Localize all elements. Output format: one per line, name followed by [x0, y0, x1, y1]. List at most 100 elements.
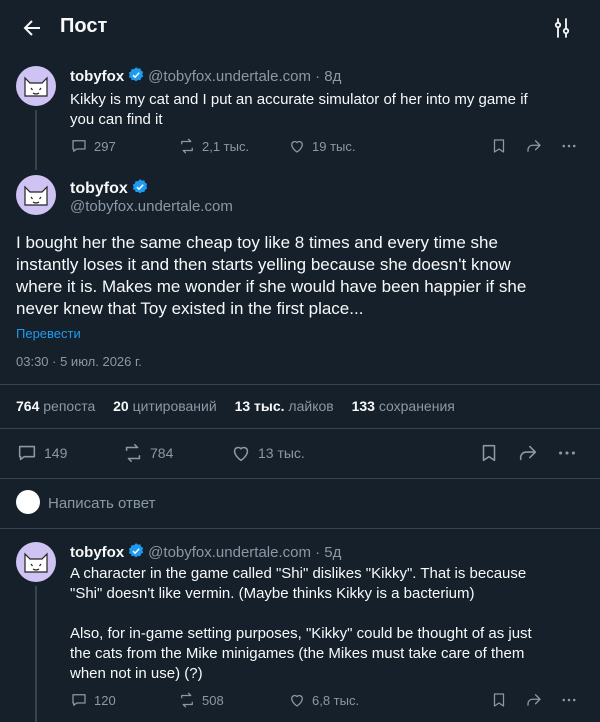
- reply-icon: [18, 445, 36, 461]
- likes-stat[interactable]: 13 тыс. лайков: [235, 398, 334, 414]
- thread-line: [35, 586, 37, 722]
- bookmarks-stat[interactable]: 133 сохранения: [352, 398, 455, 414]
- like-count: 13 тыс.: [258, 445, 305, 461]
- translate-link[interactable]: Перевести: [16, 326, 81, 341]
- tweet-text: A character in the game called "Shi" dis…: [70, 564, 532, 684]
- verified-badge-icon: [132, 179, 147, 194]
- bookmark-button[interactable]: [478, 442, 506, 464]
- repost-icon: [181, 692, 193, 708]
- more-dots-icon: [562, 144, 576, 148]
- repost-button[interactable]: 2,1 тыс.: [178, 137, 249, 155]
- tweet-header: tobyfox @tobyfox.undertale.com · 8д: [70, 66, 341, 86]
- share-button[interactable]: [517, 442, 545, 464]
- engagement-stats: 764 репоста 20 цитирований 13 тыс. лайко…: [16, 398, 469, 414]
- bookmark-button[interactable]: [490, 691, 514, 709]
- heart-icon: [291, 140, 303, 153]
- author-handle-time: @tobyfox.undertale.com · 8д: [148, 68, 342, 85]
- stat-value: 20: [113, 398, 129, 414]
- bookmark-icon: [493, 139, 505, 153]
- avatar[interactable]: [16, 542, 56, 582]
- repost-count: 784: [150, 445, 174, 461]
- tweet-text-line: you can find it: [70, 111, 163, 128]
- more-dots-icon: [559, 451, 575, 455]
- timestamp[interactable]: 03:30 · 5 июл. 2026 г.: [16, 354, 142, 369]
- tweet-text-line: Also, for in-game setting purposes, "Kik…: [70, 625, 532, 642]
- share-icon: [527, 140, 541, 152]
- tweet-text: Kikky is my cat and I put an accurate si…: [70, 90, 528, 130]
- stat-label: репоста: [43, 398, 96, 414]
- avatar[interactable]: [16, 175, 56, 215]
- top-bar: Пост: [0, 0, 600, 54]
- more-dots-icon: [562, 698, 576, 702]
- author-handle-time: @tobyfox.undertale.com · 5д: [148, 544, 342, 561]
- share-button[interactable]: [525, 137, 549, 155]
- tweet-text-line: "Shi" doesn't like vermin. (Maybe thinks…: [70, 585, 475, 602]
- divider: [0, 384, 600, 385]
- divider: [0, 478, 600, 479]
- share-button[interactable]: [525, 691, 549, 709]
- tweet-text-line: Kikky is my cat and I put an accurate si…: [70, 91, 528, 108]
- repost-button[interactable]: 508: [178, 691, 224, 709]
- stat-label: лайков: [288, 398, 334, 414]
- tweet-text-line: instantly loses it and then starts yelli…: [16, 255, 511, 274]
- verified-badge-icon: [129, 543, 144, 558]
- quotes-stat[interactable]: 20 цитирований: [113, 398, 217, 414]
- like-button[interactable]: 6,8 тыс.: [288, 691, 359, 709]
- tweet-header: tobyfox @tobyfox.undertale.com · 5д: [70, 542, 341, 562]
- stat-value: 764: [16, 398, 40, 414]
- tweet-text-line: when not in use) (?): [70, 665, 203, 682]
- divider: [0, 528, 600, 529]
- sliders-icon[interactable]: [550, 16, 574, 40]
- author-row: tobyfox: [70, 178, 152, 198]
- tweet-text-line: the cats from the Mike minigames (the Mi…: [70, 645, 525, 662]
- repost-count: 2,1 тыс.: [202, 138, 250, 154]
- heart-icon: [233, 446, 249, 462]
- avatar[interactable]: [16, 66, 56, 106]
- reply-icon: [72, 694, 86, 706]
- share-icon: [527, 694, 541, 706]
- divider: [0, 428, 600, 429]
- repost-icon: [181, 138, 193, 154]
- more-button[interactable]: [560, 137, 584, 155]
- author-handle[interactable]: @tobyfox.undertale.com: [70, 198, 233, 215]
- reply-count: 120: [94, 692, 116, 708]
- share-icon: [519, 445, 537, 461]
- thread-line: [35, 110, 37, 170]
- repost-count: 508: [202, 692, 224, 708]
- stat-value: 13 тыс.: [234, 398, 285, 414]
- repost-icon: [125, 443, 141, 463]
- tweet-text: I bought her the same cheap toy like 8 t…: [16, 232, 526, 320]
- reply-input[interactable]: Написать ответ: [48, 495, 155, 512]
- author-name[interactable]: tobyfox: [70, 68, 124, 85]
- my-avatar: [16, 490, 40, 514]
- reply-button[interactable]: 120: [70, 691, 116, 709]
- tweet-text-line: A character in the game called "Shi" dis…: [70, 565, 527, 582]
- page-title: Пост: [60, 15, 108, 37]
- like-count: 19 тыс.: [312, 138, 356, 154]
- stat-value: 133: [351, 398, 375, 414]
- reply-icon: [72, 140, 86, 152]
- reply-button[interactable]: 149: [16, 442, 67, 464]
- stat-label: цитирований: [132, 398, 217, 414]
- reply-button[interactable]: 297: [70, 137, 116, 155]
- tweet-text-line: I bought her the same cheap toy like 8 t…: [16, 233, 498, 252]
- reply-count: 297: [94, 138, 116, 154]
- bookmark-button[interactable]: [490, 137, 514, 155]
- reposts-stat[interactable]: 764 репоста: [16, 398, 95, 414]
- heart-icon: [291, 694, 303, 707]
- more-button[interactable]: [560, 691, 584, 709]
- tweet-text-line: where it is. Makes me wonder if she woul…: [16, 277, 527, 296]
- like-button[interactable]: 19 тыс.: [288, 137, 355, 155]
- like-count: 6,8 тыс.: [312, 692, 360, 708]
- back-arrow-icon[interactable]: [20, 16, 44, 40]
- reply-count: 149: [44, 445, 68, 461]
- bookmark-icon: [482, 444, 496, 462]
- stat-label: сохранения: [378, 398, 455, 414]
- more-button[interactable]: [556, 442, 584, 464]
- author-name[interactable]: tobyfox: [70, 180, 128, 197]
- verified-badge-icon: [129, 67, 144, 82]
- author-name[interactable]: tobyfox: [70, 544, 124, 561]
- like-button[interactable]: 13 тыс.: [230, 442, 305, 464]
- bookmark-icon: [493, 693, 505, 707]
- repost-button[interactable]: 784: [122, 442, 173, 464]
